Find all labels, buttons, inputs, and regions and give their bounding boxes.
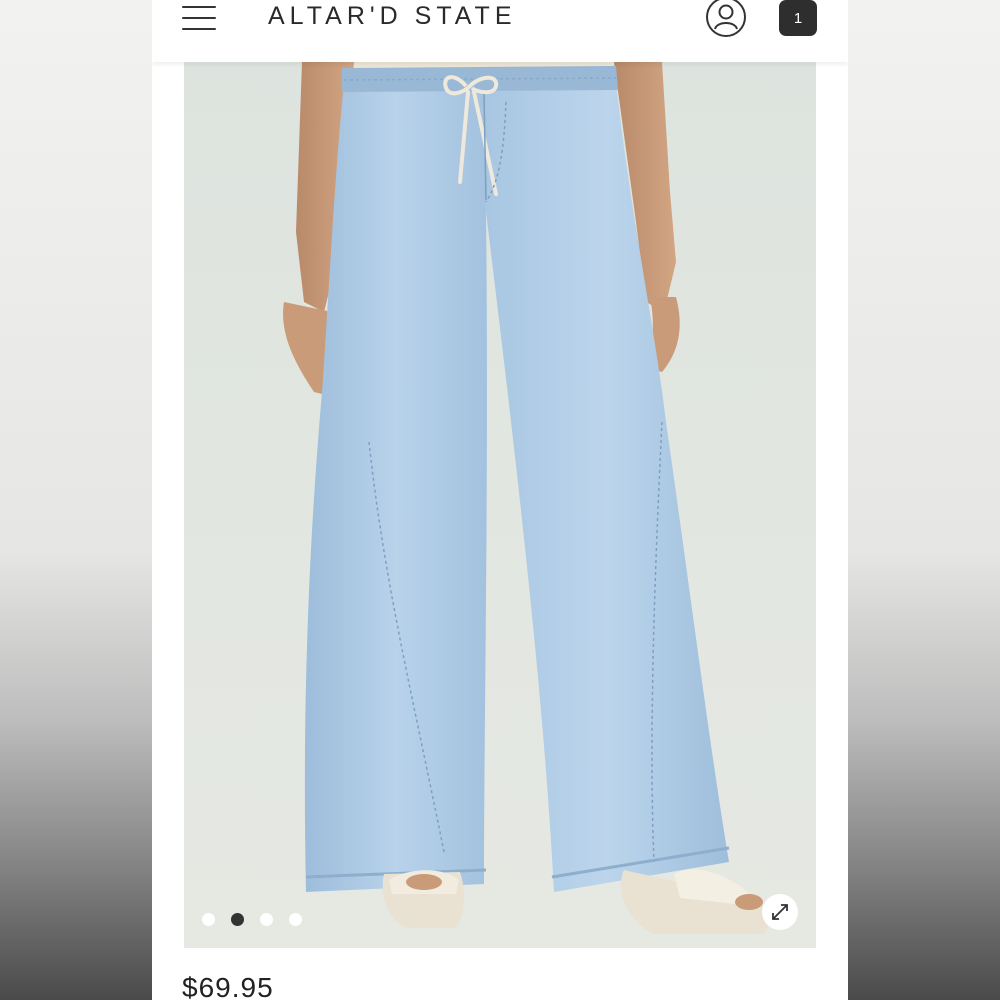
gallery-dot-3[interactable] <box>260 913 273 926</box>
cart-button[interactable]: 1 <box>779 0 817 36</box>
mobile-page: ALTAR'D STATE 1 $69.95 <box>152 0 848 1000</box>
product-price: $69.95 <box>182 972 274 1000</box>
hamburger-menu-icon[interactable] <box>182 4 218 32</box>
right-backdrop <box>848 0 1000 1000</box>
gallery-dot-2[interactable] <box>231 913 244 926</box>
product-image[interactable] <box>184 62 816 948</box>
wide-leg-pants-illustration <box>283 62 769 934</box>
gallery-dot-1[interactable] <box>202 913 215 926</box>
left-backdrop <box>0 0 152 1000</box>
gallery-dot-4[interactable] <box>289 913 302 926</box>
brand-logo[interactable]: ALTAR'D STATE <box>268 2 517 31</box>
site-header: ALTAR'D STATE 1 <box>152 0 848 62</box>
cart-count-badge: 1 <box>793 10 803 27</box>
user-account-icon[interactable] <box>706 0 746 37</box>
expand-arrows-icon[interactable] <box>762 894 798 930</box>
